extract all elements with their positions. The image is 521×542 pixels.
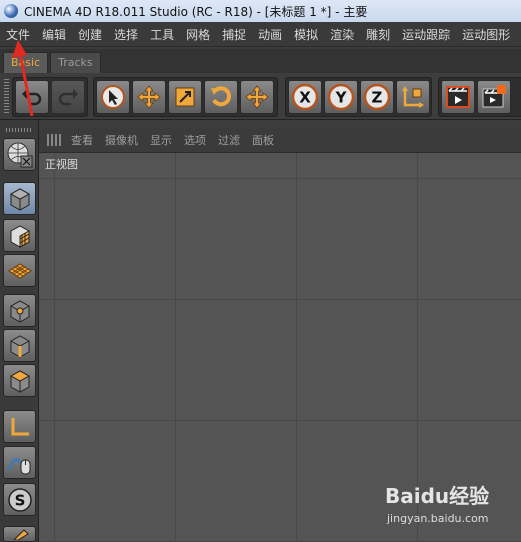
render-picture-viewer-icon xyxy=(482,85,506,108)
menu-mesh[interactable]: 网格 xyxy=(180,26,216,43)
make-editable-button[interactable] xyxy=(3,138,36,171)
snap-button[interactable]: S xyxy=(3,483,36,516)
polygons-mode-button[interactable] xyxy=(3,364,36,397)
palette-grip[interactable] xyxy=(6,128,32,132)
tweak-mode-icon xyxy=(7,457,30,474)
coordinate-system-icon xyxy=(402,86,424,108)
enable-axis-button[interactable] xyxy=(3,410,36,443)
grid-line xyxy=(54,153,55,542)
render-view-icon xyxy=(446,86,470,108)
menu-snap[interactable]: 捕捉 xyxy=(216,26,252,43)
live-selection-button[interactable] xyxy=(96,80,130,114)
x-axis-lock-button[interactable]: X xyxy=(288,80,322,114)
grid-line xyxy=(175,153,176,542)
viewport-menu-cameras[interactable]: 摄像机 xyxy=(99,132,144,148)
cinema4d-logo-icon xyxy=(4,4,18,18)
lock-x-icon: X xyxy=(291,83,319,111)
select-cursor-icon xyxy=(101,85,125,109)
lock-y-icon: Y xyxy=(327,83,355,111)
workplane-mode-icon xyxy=(7,262,32,279)
viewport-menu-view[interactable]: 查看 xyxy=(65,132,99,148)
make-editable-icon xyxy=(7,142,32,167)
viewport-menu-filter[interactable]: 过滤 xyxy=(212,132,246,148)
last-tool-icon xyxy=(245,85,269,109)
grid-line xyxy=(39,299,521,300)
menu-motion-tracker[interactable]: 运动跟踪 xyxy=(396,26,456,43)
brush-tool-button[interactable] xyxy=(3,526,36,542)
move-icon xyxy=(137,85,161,109)
main-toolbar: X Y Z xyxy=(0,73,521,120)
viewport-name: 正视图 xyxy=(45,158,78,171)
menu-select[interactable]: 选择 xyxy=(108,26,144,43)
title-bar: CINEMA 4D R18.011 Studio (RC - R18) - [未… xyxy=(0,0,521,23)
mode-palette: S xyxy=(0,120,39,542)
toolbar-grip[interactable] xyxy=(4,79,9,115)
enable-axis-icon xyxy=(11,417,29,435)
tweak-mode-button[interactable] xyxy=(3,446,36,479)
polygons-mode-icon xyxy=(9,369,30,393)
scale-tool-button[interactable] xyxy=(168,80,202,114)
redo-icon xyxy=(58,89,78,106)
window-title: CINEMA 4D R18.011 Studio (RC - R18) - [未… xyxy=(24,4,368,19)
rotate-tool-button[interactable] xyxy=(204,80,238,114)
y-axis-label: Y xyxy=(335,89,348,107)
transform-tools-group xyxy=(93,77,278,117)
snap-letter: S xyxy=(14,491,25,509)
coordinate-system-button[interactable] xyxy=(396,80,430,114)
points-mode-icon xyxy=(10,299,29,323)
axis-lock-group: X Y Z xyxy=(285,77,432,117)
menu-animate[interactable]: 动画 xyxy=(252,26,288,43)
menu-file[interactable]: 文件 xyxy=(0,26,36,43)
z-axis-lock-button[interactable]: Z xyxy=(360,80,394,114)
undo-redo-group xyxy=(12,77,88,117)
menu-mograph[interactable]: 运动图形 xyxy=(456,26,516,43)
lock-z-icon: Z xyxy=(363,83,391,111)
menu-sculpt[interactable]: 雕刻 xyxy=(360,26,396,43)
texture-mode-icon xyxy=(10,224,29,248)
menu-create[interactable]: 创建 xyxy=(72,26,108,43)
undo-button[interactable] xyxy=(15,80,49,114)
picture-viewer-button[interactable] xyxy=(477,80,511,114)
menu-bar: 文件 编辑 创建 选择 工具 网格 捕捉 动画 模拟 渲染 雕刻 运动跟踪 运动… xyxy=(0,22,521,47)
move-tool-button[interactable] xyxy=(132,80,166,114)
rotate-icon xyxy=(211,86,232,107)
model-mode-button[interactable] xyxy=(3,182,36,215)
scale-icon xyxy=(175,87,195,107)
tab-tracks[interactable]: Tracks xyxy=(50,52,101,73)
menu-render[interactable]: 渲染 xyxy=(324,26,360,43)
menu-simulate[interactable]: 模拟 xyxy=(288,26,324,43)
texture-mode-button[interactable] xyxy=(3,219,36,252)
z-axis-label: Z xyxy=(372,89,383,107)
last-tool-button[interactable] xyxy=(240,80,274,114)
menu-edit[interactable]: 编辑 xyxy=(36,26,72,43)
grid-line xyxy=(39,420,521,421)
tab-basic[interactable]: Basic xyxy=(3,52,49,73)
watermark-url: jingyan.baidu.com xyxy=(387,512,489,525)
workplane-mode-button[interactable] xyxy=(3,254,36,287)
viewport-menu-bar: 查看 摄像机 显示 选项 过滤 面板 xyxy=(39,128,521,153)
redo-button[interactable] xyxy=(51,80,85,114)
edges-mode-icon xyxy=(10,334,29,358)
x-axis-label: X xyxy=(299,89,311,107)
watermark-brand: Baidu经验 xyxy=(385,484,490,508)
model-mode-icon xyxy=(9,187,30,211)
undo-icon xyxy=(22,89,42,106)
y-axis-lock-button[interactable]: Y xyxy=(324,80,358,114)
viewport-menu-panel[interactable]: 面板 xyxy=(246,132,280,148)
viewport-layout-icon[interactable] xyxy=(47,134,61,146)
brush-icon xyxy=(12,529,29,540)
edges-mode-button[interactable] xyxy=(3,329,36,362)
snap-icon: S xyxy=(7,487,32,512)
layout-tabs: Basic Tracks xyxy=(0,49,521,73)
viewport-menu-display[interactable]: 显示 xyxy=(144,132,178,148)
points-mode-button[interactable] xyxy=(3,294,36,327)
render-group xyxy=(438,77,521,117)
menu-tools[interactable]: 工具 xyxy=(144,26,180,43)
grid-line xyxy=(296,153,297,542)
grid-line xyxy=(39,178,521,179)
baidu-watermark: Baidu经验 jingyan.baidu.com xyxy=(385,480,515,535)
render-view-button[interactable] xyxy=(441,80,475,114)
viewport-menu-options[interactable]: 选项 xyxy=(178,132,212,148)
